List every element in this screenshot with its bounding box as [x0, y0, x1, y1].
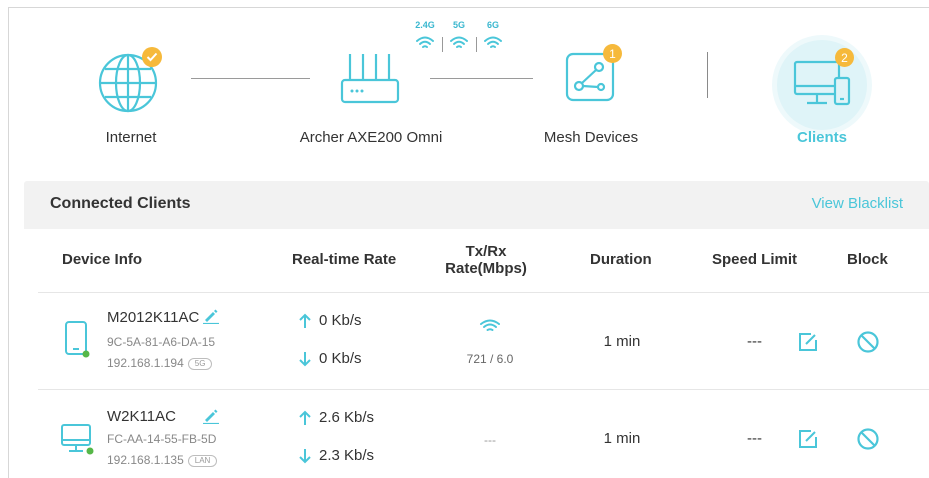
- band-label: 5G: [452, 20, 466, 30]
- band-separator: [476, 37, 477, 52]
- block-icon[interactable]: [856, 427, 880, 451]
- upload-rate-value: 2.6 Kb/s: [319, 409, 375, 426]
- internet-node[interactable]: [98, 45, 164, 117]
- header-realtime-rate: Real-time Rate: [292, 251, 397, 268]
- header-txrx-rate: Tx/Rx Rate(Mbps): [445, 243, 527, 277]
- device-name: M2012K11AC: [107, 309, 200, 326]
- edit-name-icon[interactable]: [201, 408, 219, 424]
- band-label: 6G: [486, 20, 500, 30]
- edit-speed-limit-icon[interactable]: [797, 331, 819, 353]
- connected-clients-header: Connected Clients View Blacklist: [24, 181, 929, 229]
- speed-limit-value: ---: [747, 333, 762, 350]
- desktop-icon: [61, 424, 94, 455]
- router-label: Archer AXE200 Omni: [299, 129, 443, 146]
- device-mac: 9C-5A-81-A6-DA-15: [107, 335, 216, 349]
- header-txrx-line1: Tx/Rx: [465, 243, 507, 260]
- download-rate-value: 0 Kb/s: [319, 350, 362, 367]
- frame-border-left: [8, 7, 9, 478]
- header-duration: Duration: [590, 251, 652, 268]
- mesh-devices-node[interactable]: 1: [563, 44, 623, 108]
- topology-separator: [707, 52, 708, 98]
- header-block: Block: [847, 251, 888, 268]
- row-divider: [38, 292, 929, 293]
- speed-limit-value: ---: [747, 430, 762, 447]
- connection-tag: LAN: [187, 455, 218, 467]
- arrow-up-icon: [299, 410, 311, 425]
- mesh-devices-label: Mesh Devices: [543, 129, 639, 146]
- arrow-down-icon: [299, 351, 311, 366]
- device-ip-line: 192.168.1.194 5G: [107, 356, 213, 370]
- band-separator: [442, 37, 443, 52]
- frame-border-top: [8, 7, 929, 8]
- device-ip: 192.168.1.135: [107, 453, 184, 467]
- edit-name-icon[interactable]: [201, 308, 219, 324]
- band-label: 2.4G: [415, 20, 435, 30]
- arrow-down-icon: [299, 448, 311, 463]
- router-mesh-link: [430, 78, 533, 79]
- download-rate: 0 Kb/s: [298, 350, 362, 367]
- clients-node[interactable]: 2: [773, 40, 871, 132]
- device-ip-line: 192.168.1.135 LAN: [107, 453, 218, 467]
- wifi-2g-icon: [416, 36, 434, 48]
- edit-speed-limit-icon[interactable]: [797, 428, 819, 450]
- connected-check-badge: [142, 47, 162, 67]
- download-rate: 2.3 Kb/s: [298, 447, 374, 464]
- device-mac: FC-AA-14-55-FB-5D: [107, 432, 217, 446]
- device-name: W2K11AC: [107, 408, 176, 425]
- panel-title: Connected Clients: [50, 195, 191, 212]
- row-divider: [38, 389, 929, 390]
- clients-count-badge: 2: [835, 48, 854, 67]
- internet-label: Internet: [105, 129, 157, 146]
- txrx-rate-value: ---: [484, 433, 496, 447]
- device-ip: 192.168.1.194: [107, 356, 184, 370]
- duration-value: 1 min: [603, 333, 641, 350]
- phone-icon: [65, 321, 90, 358]
- router-icon: [340, 54, 400, 104]
- router-node[interactable]: [338, 52, 402, 108]
- view-blacklist-link[interactable]: View Blacklist: [812, 195, 903, 212]
- connection-tag: 5G: [187, 358, 213, 370]
- duration-value: 1 min: [603, 430, 641, 447]
- wifi-signal-icon: [480, 319, 500, 331]
- clients-label[interactable]: Clients: [797, 129, 847, 146]
- upload-rate-value: 0 Kb/s: [319, 312, 362, 329]
- mesh-count-badge: 1: [603, 44, 622, 63]
- header-speed-limit: Speed Limit: [712, 251, 798, 268]
- header-device-info: Device Info: [62, 251, 143, 268]
- block-icon[interactable]: [856, 330, 880, 354]
- header-txrx-line2: Rate(Mbps): [445, 260, 527, 277]
- checkmark-icon: [146, 52, 158, 62]
- upload-rate: 2.6 Kb/s: [298, 409, 374, 426]
- arrow-up-icon: [299, 313, 311, 328]
- wifi-5g-icon: [450, 36, 468, 48]
- wifi-6g-icon: [484, 36, 502, 48]
- download-rate-value: 2.3 Kb/s: [319, 447, 375, 464]
- txrx-rate-value: 721 / 6.0: [466, 352, 514, 366]
- internet-router-link: [191, 78, 310, 79]
- upload-rate: 0 Kb/s: [298, 312, 362, 329]
